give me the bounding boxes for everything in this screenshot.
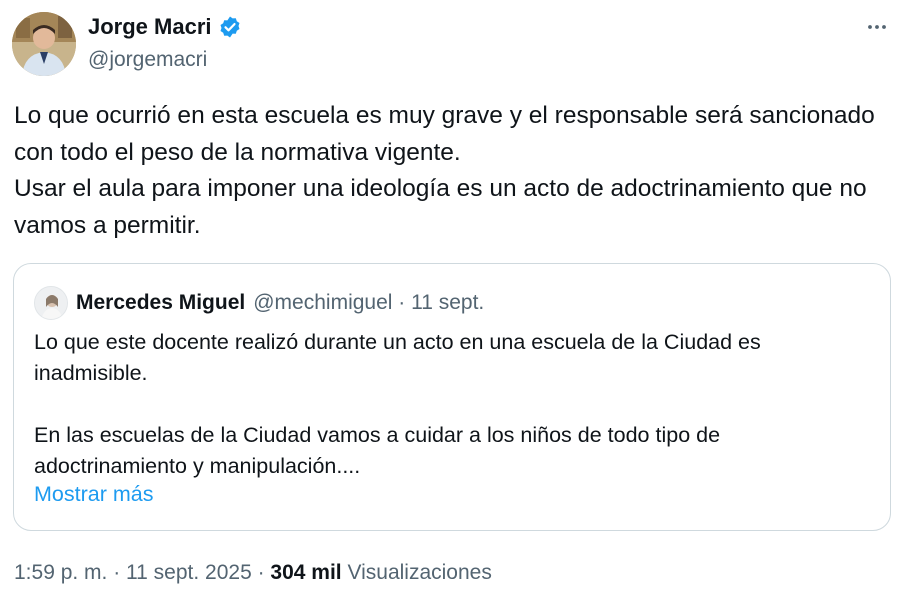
more-horizontal-icon[interactable] [864,14,890,40]
quoted-author-handle-date: @mechimiguel · 11 sept. [253,291,485,314]
tweet-text: Lo que ocurrió en esta escuela es muy gr… [14,98,894,244]
quoted-author-name: Mercedes Miguel [76,291,246,314]
quoted-author-avatar[interactable] [34,286,68,320]
author-name[interactable]: Jorge Macri [88,14,212,40]
tweet: Jorge Macri @jorgemacri Lo que ocurrió e… [0,0,912,604]
tweet-meta: 1:59 p. m. · 11 sept. 2025 · 304 mil Vis… [14,561,492,585]
tweet-text-line: Lo que ocurrió en esta escuela es muy gr… [14,102,875,166]
views-label: Visualizaciones [341,561,492,584]
author-handle[interactable]: @jorgemacri [88,48,207,72]
author-name-row: Jorge Macri [88,14,242,40]
verified-badge-icon[interactable] [218,15,242,39]
quoted-tweet-card[interactable]: Mercedes Miguel @mechimiguel · 11 sept. … [13,263,891,531]
tweet-timestamp[interactable]: 1:59 p. m. · 11 sept. 2025 · [14,561,270,584]
quoted-tweet-header: Mercedes Miguel @mechimiguel · 11 sept. [34,286,484,320]
quoted-paragraph: En las escuelas de la Ciudad vamos a cui… [34,423,721,478]
author-avatar[interactable] [12,12,76,76]
tweet-text-line: Usar el aula para imponer una ideología … [14,175,867,239]
views-count: 304 mil [270,561,342,584]
show-more-link[interactable]: Mostrar más [34,482,153,507]
quoted-tweet-text: Lo que este docente realizó durante un a… [34,327,864,482]
quoted-paragraph: Lo que este docente realizó durante un a… [34,330,761,385]
